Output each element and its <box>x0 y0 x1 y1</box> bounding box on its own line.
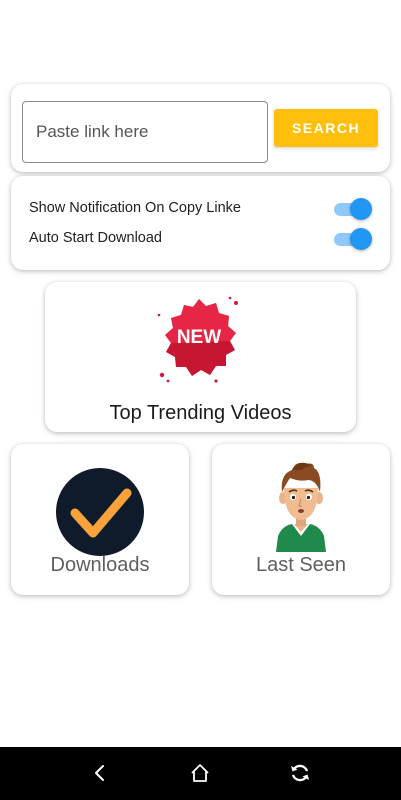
notification-toggle[interactable] <box>332 197 372 220</box>
top-trending-card[interactable]: NEW Top Trending Videos <box>45 282 356 432</box>
search-card: SEARCH <box>11 84 390 172</box>
search-button[interactable]: SEARCH <box>274 109 378 147</box>
new-badge-text: NEW <box>177 327 221 348</box>
refresh-icon[interactable] <box>288 761 312 785</box>
toggle-thumb <box>350 198 372 220</box>
new-badge-icon: NEW <box>157 296 238 383</box>
auto-download-setting-label: Auto Start Download <box>29 230 162 246</box>
home-icon[interactable] <box>188 761 212 785</box>
top-trending-label: Top Trending Videos <box>109 402 292 424</box>
back-icon[interactable] <box>88 761 112 785</box>
settings-card: Show Notification On Copy Linke Auto Sta… <box>11 176 390 270</box>
last-seen-label: Last Seen <box>255 554 347 576</box>
notification-setting-label: Show Notification On Copy Linke <box>29 200 241 216</box>
setting-row-auto-download: Auto Start Download <box>29 226 372 250</box>
downloads-label: Downloads <box>50 554 150 576</box>
navigation-bar <box>0 747 401 800</box>
downloads-card[interactable]: Downloads <box>11 444 189 595</box>
toggle-thumb <box>350 228 372 250</box>
link-input[interactable] <box>22 101 268 163</box>
checkmark-icon <box>56 468 144 556</box>
auto-download-toggle[interactable] <box>332 227 372 250</box>
avatar-icon <box>276 462 326 552</box>
last-seen-card[interactable]: Last Seen <box>212 444 390 595</box>
app-screen: SEARCH Show Notification On Copy Linke A… <box>0 0 401 800</box>
setting-row-notification: Show Notification On Copy Linke <box>29 196 372 220</box>
